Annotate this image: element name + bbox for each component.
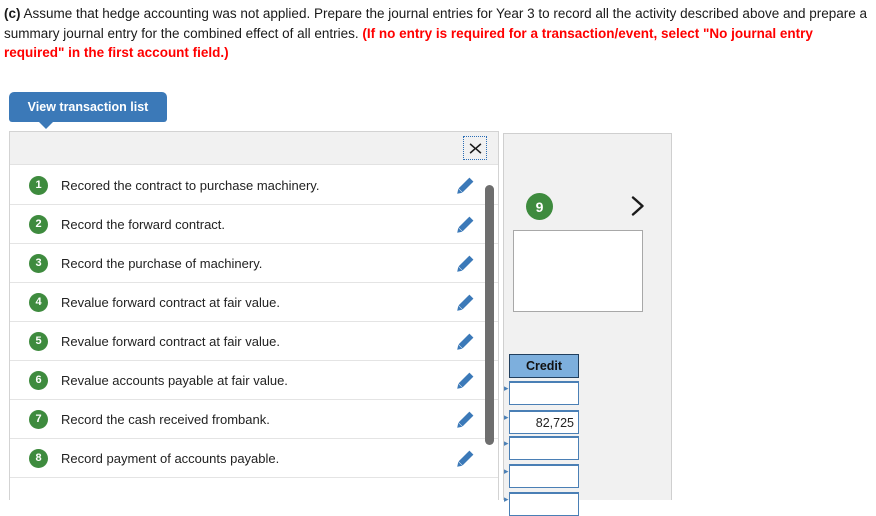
row-marker-icon-3: ▸ (504, 466, 509, 476)
transaction-list-panel-header (10, 132, 498, 165)
list-item[interactable]: 4 Revalue forward contract at fair value… (10, 283, 498, 322)
journal-entry-panel: 9 Credit ▸ 82,725 ▸ ▸ ▸ ▸ (503, 133, 672, 516)
credit-input-4[interactable] (509, 492, 579, 516)
transaction-list-scrollbar-thumb[interactable] (485, 185, 494, 445)
transaction-number-badge: 1 (29, 175, 48, 195)
row-marker-icon-0: ▸ (504, 383, 509, 393)
transaction-description: Record the forward contract. (61, 216, 226, 232)
transaction-description: Revalue accounts payable at fair value. (61, 372, 288, 388)
credit-input-3[interactable] (509, 464, 579, 488)
pencil-icon[interactable] (456, 410, 475, 429)
transaction-description: Record payment of accounts payable. (61, 450, 280, 466)
transaction-number-badge: 7 (29, 409, 48, 429)
row-marker-icon-4: ▸ (504, 494, 509, 504)
pencil-icon[interactable] (456, 254, 475, 273)
transaction-list[interactable]: 1 Recored the contract to purchase machi… (10, 166, 498, 501)
list-item[interactable]: 3 Record the purchase of machinery. (10, 244, 498, 283)
pencil-icon[interactable] (456, 332, 475, 351)
pencil-icon[interactable] (456, 449, 475, 468)
transaction-number-badge: 8 (29, 448, 48, 468)
pencil-icon[interactable] (456, 176, 475, 195)
transaction-number-badge: 5 (29, 331, 48, 351)
transaction-description: Revalue forward contract at fair value. (61, 294, 280, 310)
journal-entry-textbox[interactable] (513, 230, 643, 312)
list-item[interactable]: 2 Record the forward contract. (10, 205, 498, 244)
close-icon[interactable] (463, 136, 487, 160)
view-transaction-list-tab-notch (38, 121, 54, 129)
pencil-icon[interactable] (456, 293, 475, 312)
list-item[interactable]: 8 Record payment of accounts payable. (10, 439, 498, 478)
question-label: (c) (4, 6, 21, 21)
chevron-right-icon[interactable] (624, 192, 652, 220)
transaction-description: Record the cash received frombank. (61, 411, 270, 427)
view-transaction-list-button[interactable]: View transaction list (9, 92, 167, 122)
credit-column-header: Credit (509, 354, 579, 378)
transaction-number-badge: 3 (29, 253, 48, 273)
list-item[interactable]: 5 Revalue forward contract at fair value… (10, 322, 498, 361)
credit-input-2[interactable] (509, 436, 579, 460)
question-prompt: (c) Assume that hedge accounting was not… (4, 4, 870, 63)
transaction-list-panel: 1 Recored the contract to purchase machi… (9, 131, 499, 501)
transaction-description: Recored the contract to purchase machine… (61, 177, 320, 193)
list-item[interactable]: 6 Revalue accounts payable at fair value… (10, 361, 498, 400)
transaction-number-badge: 4 (29, 292, 48, 312)
row-marker-icon-2: ▸ (504, 438, 509, 448)
transaction-description: Record the purchase of machinery. (61, 255, 263, 271)
credit-input-1[interactable]: 82,725 (509, 410, 579, 434)
journal-entry-step-badge: 9 (526, 193, 553, 220)
transaction-description: Revalue forward contract at fair value. (61, 333, 280, 349)
pencil-icon[interactable] (456, 215, 475, 234)
transaction-number-badge: 6 (29, 370, 48, 390)
row-marker-icon-1: ▸ (504, 412, 509, 422)
credit-input-0[interactable] (509, 381, 579, 405)
pencil-icon[interactable] (456, 371, 475, 390)
transaction-number-badge: 2 (29, 214, 48, 234)
list-item[interactable]: 7 Record the cash received frombank. (10, 400, 498, 439)
list-item[interactable]: 1 Recored the contract to purchase machi… (10, 166, 498, 205)
